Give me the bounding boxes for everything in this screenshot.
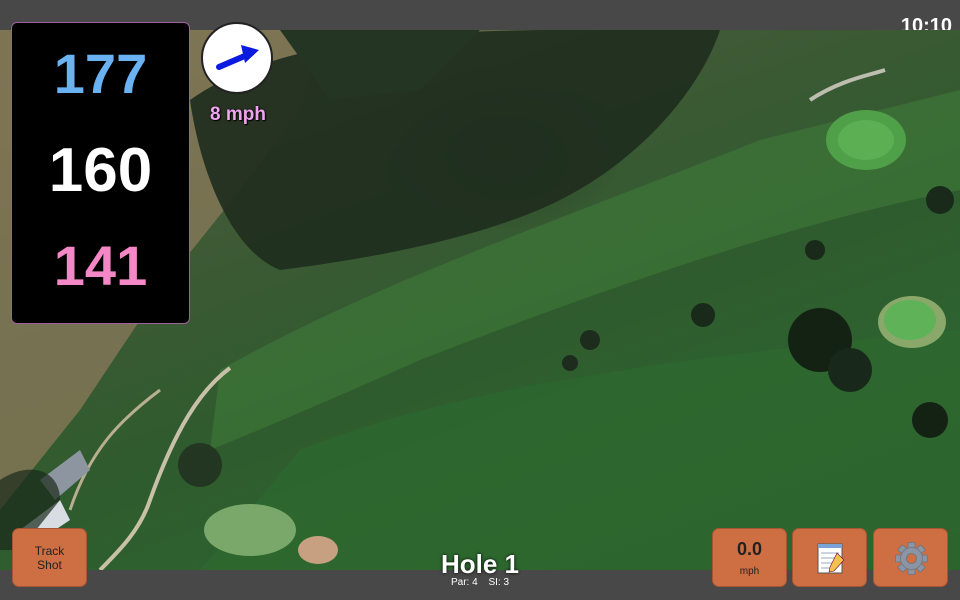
speed-value: 0.0	[736, 539, 763, 559]
wind-indicator	[201, 22, 273, 94]
hole-info: Par: 4 SI: 3	[380, 577, 580, 588]
center-distance: 160	[48, 136, 153, 205]
speed-button[interactable]: 0.0 mph	[712, 528, 787, 587]
wind-speed: 8 mph	[210, 104, 266, 125]
notes-button[interactable]	[792, 528, 867, 587]
back-distance: 177	[53, 42, 148, 105]
hole-stroke-index: SI: 3	[488, 577, 510, 588]
distance-panel: 177 160 141	[11, 22, 190, 324]
hole-par: Par: 4	[450, 577, 478, 588]
speed-unit: mph	[739, 566, 760, 577]
front-distance: 141	[53, 234, 148, 297]
hole-title: Hole 1	[440, 549, 520, 579]
track-shot-button[interactable]: Track Shot	[12, 528, 87, 587]
gear-icon	[895, 542, 928, 575]
settings-button[interactable]	[873, 528, 948, 587]
wind-arrow-icon	[216, 45, 259, 70]
track-shot-label-line2: Shot	[37, 557, 62, 572]
notepad-icon	[817, 543, 845, 574]
track-shot-label-line1: Track	[34, 543, 65, 558]
